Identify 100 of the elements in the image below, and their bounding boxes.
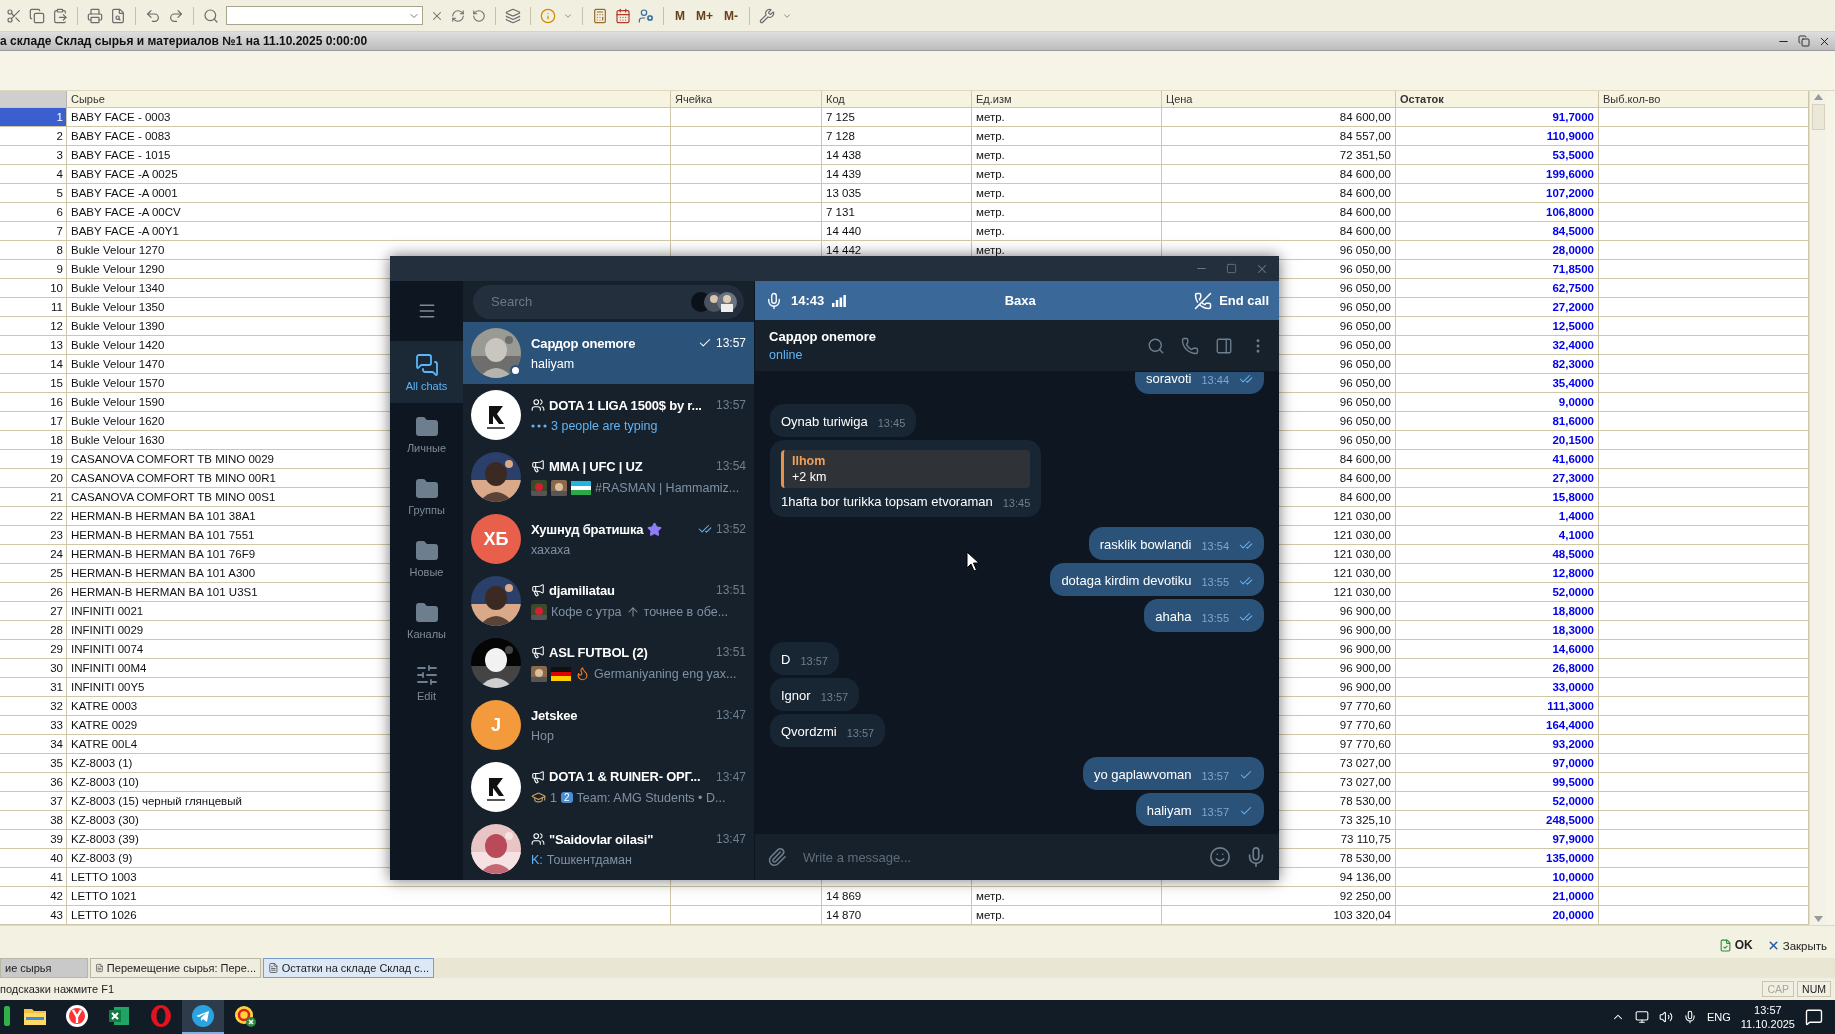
redo-icon[interactable] — [168, 7, 184, 24]
wrench-icon[interactable] — [759, 7, 775, 24]
row-number[interactable]: 34 — [0, 735, 67, 754]
calculator-icon[interactable] — [592, 7, 608, 24]
copy-icon[interactable] — [29, 7, 45, 24]
row-number[interactable]: 18 — [0, 431, 67, 450]
row-number[interactable]: 33 — [0, 716, 67, 735]
search-icon[interactable] — [203, 7, 219, 24]
info-icon[interactable] — [540, 7, 556, 24]
row-number[interactable]: 28 — [0, 621, 67, 640]
memory-button[interactable]: M+ — [694, 8, 715, 23]
row-number[interactable]: 5 — [0, 184, 67, 203]
row-number[interactable]: 10 — [0, 279, 67, 298]
scroll-up-icon[interactable] — [1813, 94, 1823, 100]
print-preview-icon[interactable] — [110, 7, 126, 24]
printer-icon[interactable] — [87, 7, 103, 24]
row-number[interactable]: 8 — [0, 241, 67, 260]
window-tab[interactable]: Перемещение сырья: Пере... — [90, 958, 261, 978]
undo-icon[interactable] — [145, 7, 161, 24]
row-number[interactable]: 26 — [0, 583, 67, 602]
window-tab[interactable]: Остатки на складе Склад с... — [263, 958, 434, 978]
sidebar-icon[interactable] — [1215, 336, 1233, 355]
column-header[interactable]: Ячейка — [671, 91, 822, 108]
row-number[interactable]: 37 — [0, 792, 67, 811]
row-number[interactable]: 15 — [0, 374, 67, 393]
close-button[interactable]: Закрыть — [1766, 939, 1827, 952]
column-header[interactable]: Код — [822, 91, 972, 108]
row-number[interactable]: 42 — [0, 887, 67, 906]
microphone-icon[interactable] — [1682, 1010, 1697, 1024]
folder-icon[interactable] — [24, 1007, 46, 1025]
row-number[interactable]: 9 — [0, 260, 67, 279]
clock-time[interactable]: 13:57 — [1754, 1003, 1782, 1017]
language-indicator[interactable]: ENG — [1706, 1011, 1731, 1023]
row-number[interactable]: 40 — [0, 849, 67, 868]
scroll-down-icon[interactable] — [1813, 916, 1823, 922]
user-icon[interactable] — [638, 7, 654, 24]
search-icon[interactable] — [1147, 336, 1165, 355]
row-number[interactable]: 17 — [0, 412, 67, 431]
row-number[interactable]: 11 — [0, 298, 67, 317]
row-number[interactable]: 38 — [0, 811, 67, 830]
row-number[interactable]: 19 — [0, 450, 67, 469]
row-number[interactable]: 20 — [0, 469, 67, 488]
row-number[interactable]: 24 — [0, 545, 67, 564]
paste-icon[interactable] — [52, 7, 68, 24]
clock-date[interactable]: 11.10.2025 — [1740, 1017, 1795, 1031]
paper-plane-icon[interactable] — [191, 1004, 215, 1028]
row-number[interactable]: 3 — [0, 146, 67, 165]
row-number[interactable]: 36 — [0, 773, 67, 792]
row-number[interactable]: 29 — [0, 640, 67, 659]
row-number[interactable]: 16 — [0, 393, 67, 412]
row-number[interactable]: 23 — [0, 526, 67, 545]
row-number[interactable]: 27 — [0, 602, 67, 621]
row-number[interactable]: 30 — [0, 659, 67, 678]
row-number[interactable]: 25 — [0, 564, 67, 583]
scroll-thumb[interactable] — [1811, 104, 1825, 130]
calendar-icon[interactable] — [615, 7, 631, 24]
chat-bubbles-icon[interactable] — [414, 352, 439, 377]
windows-icon[interactable] — [505, 7, 521, 24]
emoji-icon[interactable] — [1209, 846, 1231, 868]
volume-icon[interactable] — [1658, 1010, 1673, 1024]
row-number[interactable]: 7 — [0, 222, 67, 241]
row-number[interactable]: 43 — [0, 906, 67, 925]
search-combobox[interactable] — [226, 6, 423, 25]
column-header[interactable]: Цена — [1162, 91, 1396, 108]
maximize-icon[interactable] — [1226, 263, 1237, 274]
memory-button[interactable]: M — [673, 8, 687, 23]
restore-icon[interactable] — [1798, 34, 1810, 47]
row-number[interactable]: 1 — [0, 108, 67, 127]
row-number[interactable]: 14 — [0, 355, 67, 374]
window-tab[interactable]: ие сырья — [0, 958, 88, 978]
row-number[interactable]: 39 — [0, 830, 67, 849]
row-number[interactable]: 6 — [0, 203, 67, 222]
memory-button[interactable]: M- — [722, 8, 740, 23]
search-bar[interactable]: Search — [473, 284, 744, 319]
ok-button[interactable]: OK — [1718, 938, 1753, 952]
reply-quote[interactable]: Ilhom +2 km — [781, 450, 1031, 488]
attach-icon[interactable] — [767, 847, 787, 867]
column-header[interactable]: Остаток — [1396, 91, 1599, 108]
row-number[interactable]: 4 — [0, 165, 67, 184]
app-icon[interactable] — [233, 1004, 257, 1028]
phone-icon[interactable] — [1181, 336, 1199, 355]
folder-tab[interactable]: All chats — [390, 341, 463, 403]
row-number[interactable]: 31 — [0, 678, 67, 697]
row-number[interactable]: 2 — [0, 127, 67, 146]
browser-icon[interactable] — [65, 1004, 89, 1028]
vertical-scrollbar[interactable] — [1809, 91, 1826, 925]
row-number[interactable]: 32 — [0, 697, 67, 716]
column-header[interactable]: Ед.изм — [972, 91, 1162, 108]
row-number[interactable]: 12 — [0, 317, 67, 336]
spreadsheet-icon[interactable] — [108, 1005, 130, 1027]
row-number[interactable]: 41 — [0, 868, 67, 887]
row-number[interactable]: 21 — [0, 488, 67, 507]
chat-item[interactable]: Сардор onemore 13:57 haliyam — [463, 322, 754, 384]
refresh-icon[interactable] — [451, 8, 465, 23]
notifications-icon[interactable] — [1805, 1008, 1823, 1026]
history-icon[interactable] — [472, 8, 486, 23]
row-number[interactable]: 35 — [0, 754, 67, 773]
column-header[interactable]: Сырье — [67, 91, 671, 108]
row-number[interactable]: 13 — [0, 336, 67, 355]
network-icon[interactable] — [1634, 1010, 1649, 1024]
